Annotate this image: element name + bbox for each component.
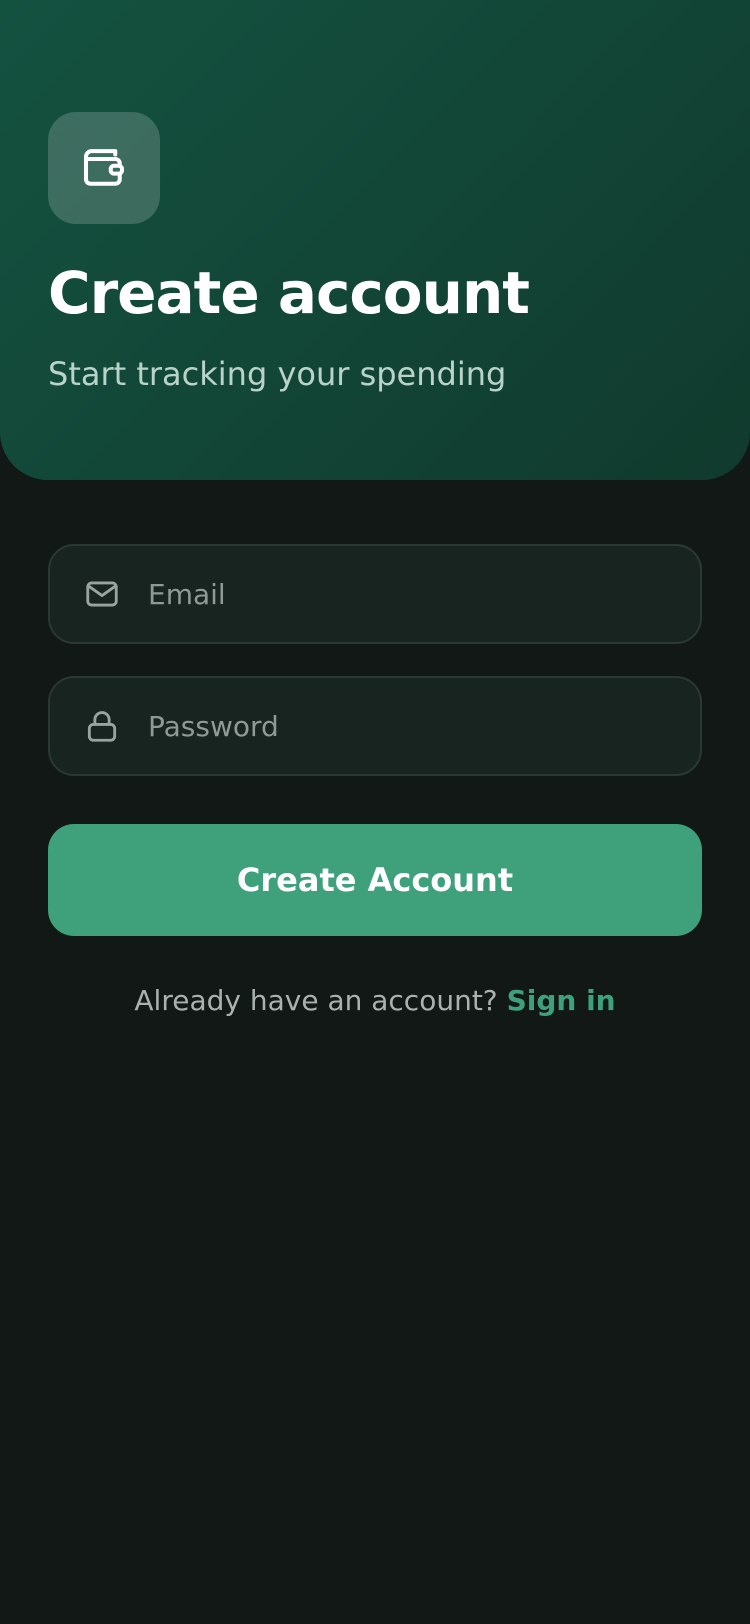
email-field[interactable]	[48, 544, 702, 644]
create-account-button[interactable]: Create Account	[48, 824, 702, 936]
header-panel: Create account Start tracking your spend…	[0, 0, 750, 480]
password-input[interactable]	[148, 696, 700, 756]
wallet-icon	[83, 149, 125, 186]
signin-prompt: Already have an account? Sign in	[0, 984, 750, 1017]
mail-icon	[82, 574, 122, 614]
page-subtitle: Start tracking your spending	[48, 355, 507, 393]
signin-prompt-text: Already have an account?	[134, 984, 507, 1017]
password-field[interactable]	[48, 676, 702, 776]
lock-icon	[82, 706, 122, 746]
email-input[interactable]	[148, 564, 700, 624]
signin-link[interactable]: Sign in	[507, 984, 616, 1017]
app-logo	[48, 112, 160, 224]
page-title: Create account	[48, 259, 530, 327]
